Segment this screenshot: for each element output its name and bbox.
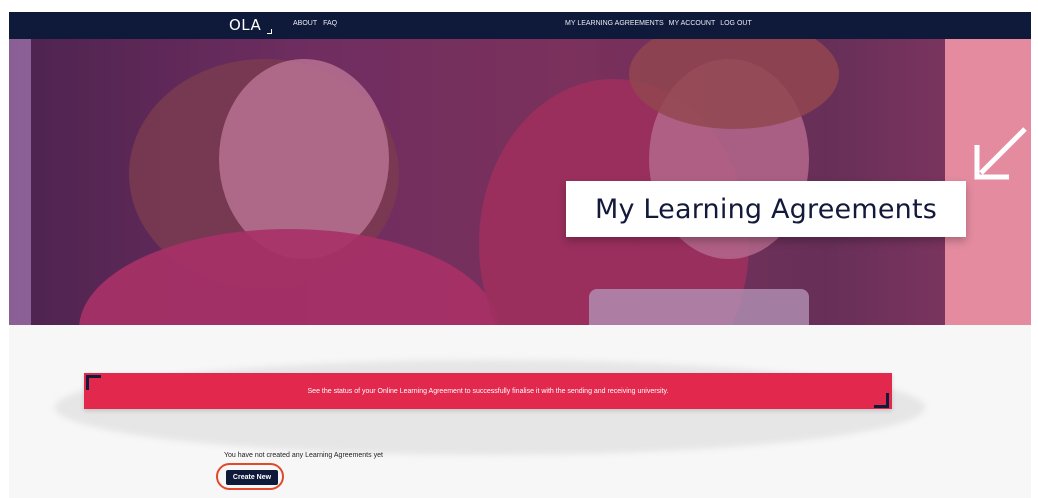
page-title: My Learning Agreements — [594, 193, 938, 225]
nav-link-my-learning-agreements[interactable]: MY LEARNING AGREEMENTS — [565, 20, 664, 27]
page: OLA ABOUT FAQ MY LEARNING AGREEMENTS MY … — [0, 0, 1038, 498]
ola-logo[interactable]: OLA — [229, 16, 272, 34]
create-new-button[interactable]: Create New — [226, 470, 278, 485]
nav-link-about[interactable]: ABOUT — [293, 20, 317, 27]
top-navigation-bar: OLA ABOUT FAQ MY LEARNING AGREEMENTS MY … — [9, 12, 1031, 39]
nav-link-faq[interactable]: FAQ — [323, 20, 337, 27]
banner-corner-bottom-right — [874, 393, 889, 408]
nav-left: ABOUT FAQ — [293, 20, 337, 27]
hero-banner: My Learning Agreements — [9, 39, 1031, 325]
arrow-down-left-icon — [974, 127, 1027, 180]
hero-title-box: My Learning Agreements — [566, 181, 966, 237]
logo-mark-icon — [267, 29, 272, 34]
nav-link-log-out[interactable]: LOG OUT — [720, 20, 752, 27]
nav-right: MY LEARNING AGREEMENTS MY ACCOUNT LOG OU… — [565, 20, 752, 27]
info-banner-text: See the status of your Online Learning A… — [307, 387, 669, 395]
nav-link-my-account[interactable]: MY ACCOUNT — [669, 20, 716, 27]
empty-state-message: You have not created any Learning Agreem… — [224, 452, 383, 459]
logo-text: OLA — [229, 16, 262, 34]
banner-corner-top-left — [86, 375, 101, 390]
info-banner: See the status of your Online Learning A… — [84, 373, 892, 409]
